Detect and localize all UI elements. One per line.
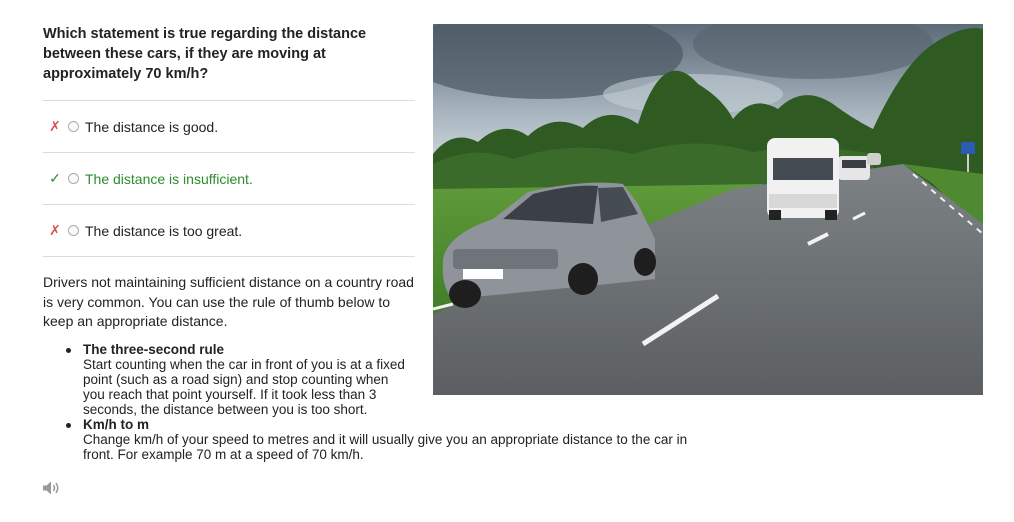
bullet-icon xyxy=(66,348,71,353)
answer-option-3[interactable]: ✗ The distance is too great. xyxy=(43,204,415,257)
radio-button[interactable] xyxy=(68,225,79,236)
answer-label: The distance is good. xyxy=(85,118,219,135)
country-road-cars-photo xyxy=(433,24,983,395)
wrong-mark-icon: ✗ xyxy=(49,118,61,134)
radio-button[interactable] xyxy=(68,121,79,132)
radio-button[interactable] xyxy=(68,173,79,184)
rule-text: Start counting when the car in front of … xyxy=(83,357,405,417)
answer-label: The distance is too great. xyxy=(85,222,243,239)
explanation-text: Drivers not maintaining sufficient dista… xyxy=(43,274,414,329)
bullet-icon xyxy=(66,423,71,428)
correct-mark-icon: ✓ xyxy=(49,170,61,186)
rule-title: Km/h to m xyxy=(83,417,149,432)
answer-label: The distance is insufficient. xyxy=(85,170,253,187)
question-text: Which statement is true regarding the di… xyxy=(43,26,367,82)
rule-item: Km/h to m Change km/h of your speed to m… xyxy=(66,417,698,462)
answer-option-2[interactable]: ✓ The distance is insufficient. xyxy=(43,152,415,204)
speaker-icon[interactable] xyxy=(42,480,62,496)
answer-list: ✗ The distance is good. ✓ The distance i… xyxy=(43,100,415,257)
answer-option-1[interactable]: ✗ The distance is good. xyxy=(43,100,415,152)
wrong-mark-icon: ✗ xyxy=(49,222,61,238)
rule-text: Change km/h of your speed to metres and … xyxy=(83,432,688,462)
